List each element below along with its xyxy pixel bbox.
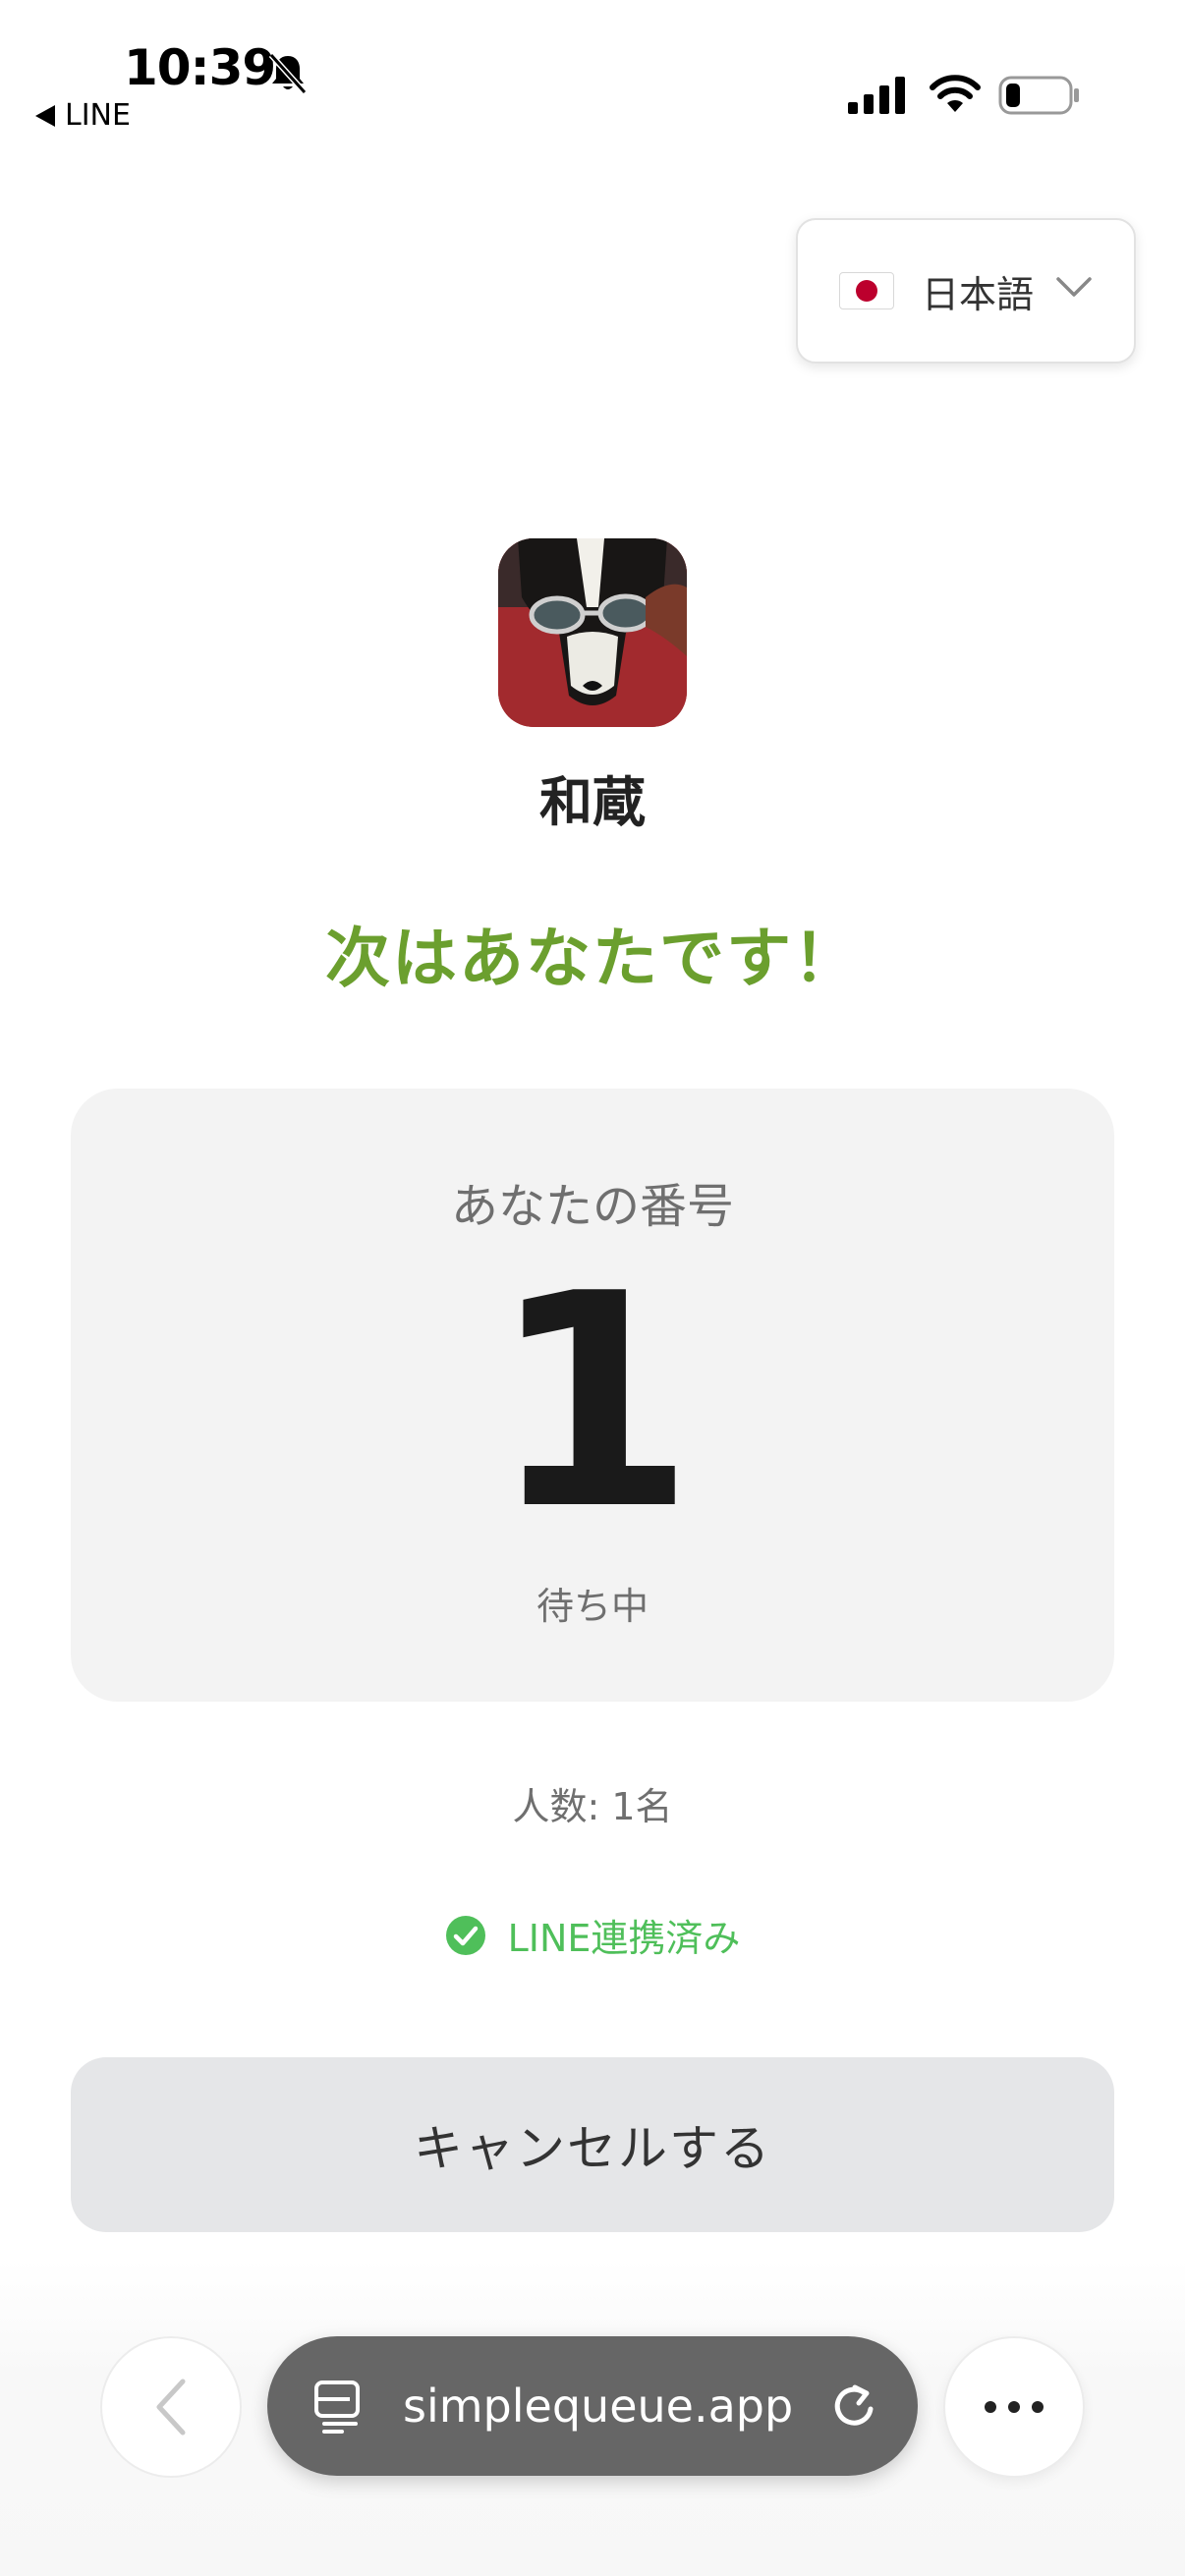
check-circle-icon [445,1915,485,1955]
chevron-down-icon [1056,277,1092,297]
party-size: 人数: 1名 [512,1785,673,1828]
back-triangle-icon [35,104,55,127]
more-button[interactable] [943,2336,1085,2478]
url-text: simplequeue.app [403,2380,794,2433]
language-select[interactable]: 日本語 [796,218,1136,364]
wifi-icon [930,75,981,112]
shop-avatar [498,538,687,727]
tabs-icon [314,2380,360,2434]
bell-slash-icon [268,52,308,95]
ticket-status: 待ち中 [536,1585,649,1628]
reload-icon[interactable] [829,2380,880,2433]
ticket-number: 1 [489,1231,696,1574]
back-app-label: LINE [65,98,131,133]
more-icon [985,2401,1044,2413]
back-chevron-icon [156,2379,186,2436]
address-bar[interactable]: simplequeue.app [267,2336,918,2476]
cellular-signal-icon [848,77,905,114]
shop-name: 和蔵 [539,771,646,833]
status-time: 10:39 [124,39,276,96]
browser-back-button[interactable] [100,2336,242,2478]
dog-photo-image [498,538,687,727]
ticket-label: あなたの番号 [450,1179,734,1234]
back-to-app[interactable]: LINE [35,98,131,133]
cancel-button[interactable]: キャンセルする [71,2057,1114,2232]
language-label: 日本語 [922,272,1035,316]
ticket-card: あなたの番号 1 待ち中 [71,1089,1114,1702]
japan-flag-icon [839,272,894,309]
battery-icon [998,76,1079,115]
queue-headline: 次はあなたです！ [325,921,860,996]
page: 10:39 LINE 日本語 和蔵 次はあなたです！ あなたの番号 1 待ち中 … [0,0,1185,2576]
line-link-label: LINE連携済み [507,1917,741,1960]
line-link-status: LINE連携済み [0,1908,1185,1962]
